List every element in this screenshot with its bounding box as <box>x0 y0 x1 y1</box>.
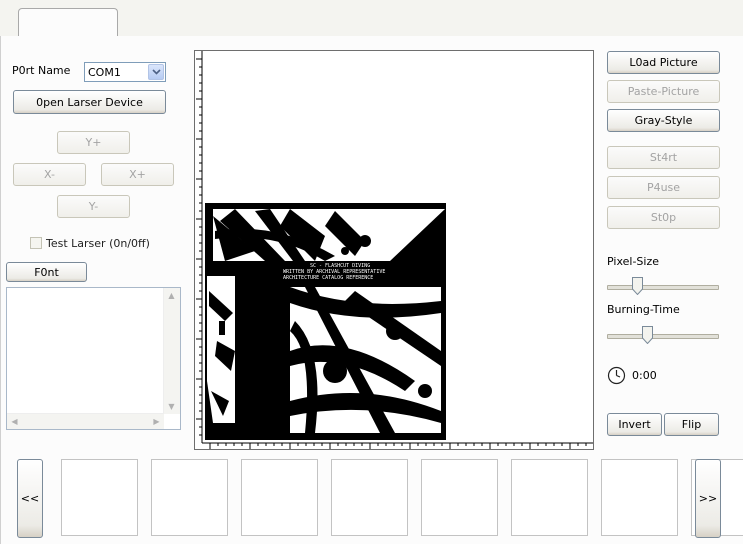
timer-value: 0:00 <box>632 369 657 382</box>
loaded-picture: SC - FLASHCUT DIVING WRITTEN BY ARCHIVAL… <box>205 203 446 440</box>
x-minus-button[interactable]: X- <box>13 163 86 186</box>
port-name-label: P0rt Name <box>12 64 71 77</box>
canvas-graphic: SC - FLASHCUT DIVING WRITTEN BY ARCHIVAL… <box>196 51 593 449</box>
y-minus-button[interactable]: Y- <box>57 195 130 218</box>
open-device-button[interactable]: 0pen Larser Device <box>13 90 166 114</box>
invert-button[interactable]: Invert <box>607 413 662 436</box>
engrave-canvas[interactable]: SC - FLASHCUT DIVING WRITTEN BY ARCHIVAL… <box>194 50 594 450</box>
flip-button[interactable]: Flip <box>664 413 719 436</box>
pause-button[interactable]: P4use <box>607 176 720 199</box>
x-plus-button[interactable]: X+ <box>101 163 174 186</box>
horizontal-scrollbar[interactable]: ◀ ▶ <box>7 413 164 429</box>
port-select[interactable]: COM1 <box>84 62 166 82</box>
thumbnail-slot[interactable] <box>421 459 498 536</box>
stop-button[interactable]: St0p <box>607 206 720 229</box>
scroll-right-icon[interactable]: ▶ <box>149 414 164 429</box>
burning-time-slider[interactable] <box>607 325 719 349</box>
clock-icon <box>607 366 626 385</box>
load-picture-button[interactable]: L0ad Picture <box>607 51 720 74</box>
chevron-down-icon[interactable] <box>148 64 164 80</box>
port-select-value: COM1 <box>88 66 121 79</box>
scroll-left-icon[interactable]: ◀ <box>7 414 22 429</box>
thumbnail-slot[interactable] <box>511 459 588 536</box>
thumbnail-slot[interactable] <box>331 459 408 536</box>
prev-page-button[interactable]: << <box>17 459 43 538</box>
thumbnail-slot[interactable] <box>241 459 318 536</box>
start-button[interactable]: St4rt <box>607 146 720 169</box>
burning-time-thumb[interactable] <box>641 326 653 344</box>
thumbnail-slot[interactable] <box>151 459 228 536</box>
thumbnail-slot[interactable] <box>61 459 138 536</box>
text-input[interactable]: ▲ ▼ ◀ ▶ <box>6 287 181 430</box>
pixel-size-slider[interactable] <box>607 276 719 300</box>
scroll-up-icon[interactable]: ▲ <box>164 288 179 303</box>
paste-picture-button[interactable]: Paste-Picture <box>607 80 720 103</box>
scroll-down-icon[interactable]: ▼ <box>164 399 179 414</box>
test-larser-label: Test Larser (0n/0ff) <box>46 237 150 250</box>
next-page-button[interactable]: >> <box>695 459 721 538</box>
thumbnail-slot[interactable] <box>601 459 678 536</box>
vertical-scrollbar[interactable]: ▲ ▼ <box>163 288 180 414</box>
y-plus-button[interactable]: Y+ <box>57 131 130 154</box>
pixel-size-label: Pixel-Size <box>607 255 659 268</box>
gray-style-button[interactable]: Gray-Style <box>607 109 720 132</box>
pixel-size-thumb[interactable] <box>631 277 643 295</box>
test-larser-checkbox[interactable] <box>30 237 42 249</box>
tab-main[interactable] <box>18 8 118 37</box>
burning-time-label: Burning-Time <box>607 303 680 316</box>
picture-caption-3: ARCHITECTURE CATALOG REFERENCE <box>283 275 373 281</box>
font-button[interactable]: F0nt <box>6 262 87 282</box>
